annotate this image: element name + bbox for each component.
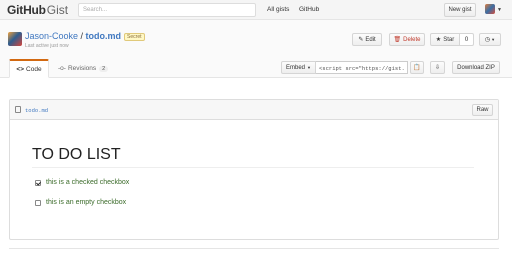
secret-badge: Secret bbox=[124, 33, 145, 41]
file-text-icon bbox=[15, 106, 21, 113]
pencil-icon: ✎ bbox=[358, 37, 364, 43]
clock-icon: ◷ bbox=[484, 37, 491, 43]
last-active-text: Last active just now bbox=[25, 43, 69, 49]
embed-url-input[interactable]: <script src="https://gist. bbox=[316, 61, 408, 74]
title-separator: / bbox=[78, 31, 86, 41]
bottom-divider bbox=[9, 248, 499, 249]
revisions-icon: -o- bbox=[58, 65, 66, 72]
notifications-button[interactable]: ◷ ▼ bbox=[479, 33, 501, 46]
download-arrow-icon: ⇩ bbox=[434, 65, 441, 71]
task-label: this is a checked checkbox bbox=[46, 179, 130, 186]
delete-button[interactable]: 🗑 Delete bbox=[389, 33, 425, 46]
all-gists-link[interactable]: All gists bbox=[267, 6, 289, 13]
star-icon: ★ bbox=[435, 37, 442, 43]
copy-clipboard-button[interactable]: 📋 bbox=[410, 61, 424, 74]
github-gist-logo[interactable]: GitHub Gist bbox=[7, 3, 68, 17]
clipboard-icon: 📋 bbox=[413, 65, 421, 71]
user-avatar[interactable] bbox=[485, 4, 495, 14]
tab-code[interactable]: <> Code bbox=[9, 59, 49, 78]
tab-code-label: Code bbox=[26, 65, 42, 73]
tab-revisions[interactable]: -o- Revisions 2 bbox=[58, 59, 109, 78]
gist-title: Jason-Cooke / todo.md Secret bbox=[25, 31, 145, 41]
github-link[interactable]: GitHub bbox=[299, 6, 319, 13]
chevron-down-icon: ▼ bbox=[491, 37, 496, 42]
edit-button[interactable]: ✎ Edit bbox=[352, 33, 382, 46]
tab-revisions-label: Revisions bbox=[67, 65, 97, 72]
new-gist-button[interactable]: New gist bbox=[444, 3, 476, 17]
markdown-heading: TO DO LIST bbox=[32, 146, 121, 163]
task-label: this is an empty checkbox bbox=[46, 199, 127, 206]
revisions-count: 2 bbox=[99, 65, 109, 72]
task-item: this is a checked checkbox bbox=[35, 179, 129, 186]
star-label: Star bbox=[443, 36, 455, 43]
search-input[interactable]: Search... bbox=[78, 3, 256, 17]
delete-label: Delete bbox=[403, 36, 421, 43]
raw-button[interactable]: Raw bbox=[472, 104, 493, 116]
embed-dropdown[interactable]: Embed ▼ bbox=[281, 61, 316, 74]
task-item: this is an empty checkbox bbox=[35, 199, 126, 206]
checked-checkbox[interactable] bbox=[35, 179, 41, 186]
edit-label: Edit bbox=[365, 36, 376, 43]
star-button[interactable]: ★ Star bbox=[430, 33, 460, 46]
open-desktop-button[interactable]: ⇩ bbox=[430, 61, 445, 74]
trash-icon: 🗑 bbox=[393, 37, 402, 43]
embed-label: Embed bbox=[286, 64, 306, 71]
star-count[interactable]: 0 bbox=[459, 33, 474, 46]
file-container: todo.md Raw bbox=[9, 99, 499, 240]
code-icon: <> bbox=[16, 65, 25, 73]
owner-link[interactable]: Jason-Cooke bbox=[25, 31, 78, 41]
top-navbar bbox=[0, 0, 512, 20]
download-zip-button[interactable]: Download ZIP bbox=[452, 61, 500, 74]
file-header: todo.md Raw bbox=[10, 100, 498, 120]
embed-caret-icon: ▼ bbox=[307, 65, 311, 70]
gist-filename-link[interactable]: todo.md bbox=[86, 31, 122, 41]
user-menu-caret-icon[interactable]: ▼ bbox=[497, 7, 502, 13]
file-name-link[interactable]: todo.md bbox=[25, 107, 48, 114]
logo-gist-text: Gist bbox=[46, 3, 69, 17]
owner-avatar[interactable] bbox=[8, 32, 22, 46]
empty-checkbox[interactable] bbox=[35, 199, 41, 206]
heading-divider bbox=[32, 167, 474, 168]
logo-github-text: GitHub bbox=[7, 3, 46, 17]
